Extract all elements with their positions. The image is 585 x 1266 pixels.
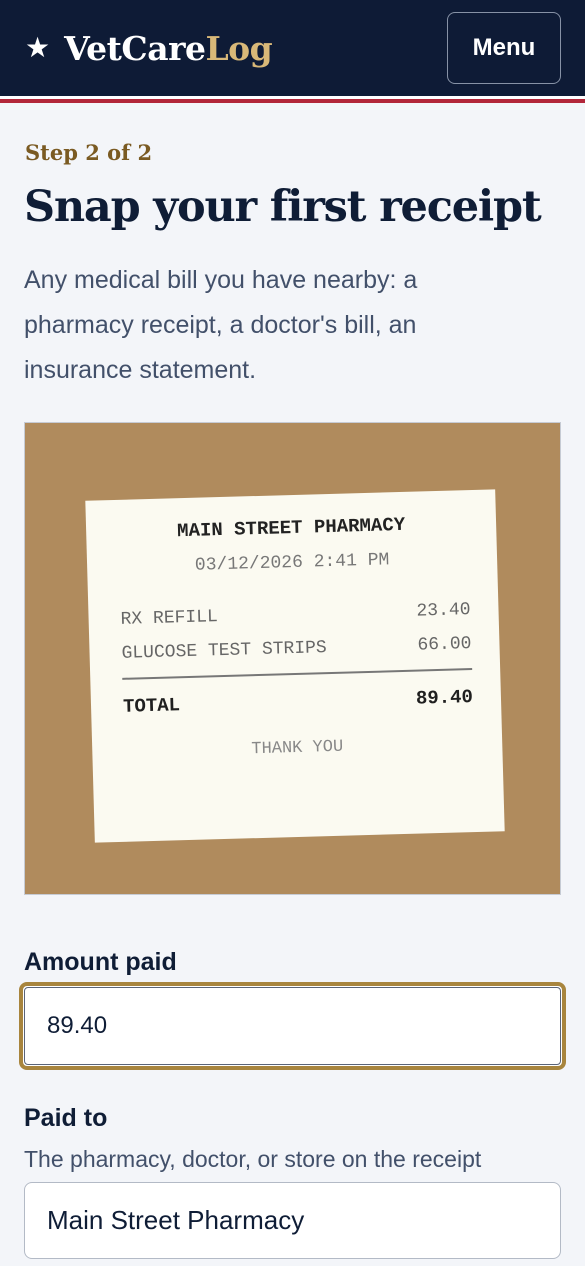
- brand-name-log: Log: [205, 28, 273, 68]
- receipt-line-item: RX REFILL 23.40: [120, 600, 470, 630]
- amount-paid-label: Amount paid: [24, 948, 177, 976]
- receipt-item-name: RX REFILL: [120, 607, 219, 630]
- paid-to-hint: The pharmacy, doctor, or store on the re…: [24, 1146, 482, 1172]
- app-header: ★ VetCareLog Menu: [0, 0, 585, 96]
- header-stripe: [0, 96, 585, 106]
- receipt-item-name: GLUCOSE TEST STRIPS: [121, 638, 328, 664]
- receipt-total-amount: 89.40: [415, 686, 474, 710]
- receipt-line-item: GLUCOSE TEST STRIPS 66.00: [121, 634, 471, 664]
- brand-logo[interactable]: ★ VetCareLog: [25, 26, 273, 70]
- receipt-datetime: 03/12/2026 2:41 PM: [194, 550, 390, 576]
- paid-to-input[interactable]: [24, 1182, 561, 1259]
- receipt-item-amount: 66.00: [417, 634, 472, 656]
- receipt-store: MAIN STREET PHARMACY: [176, 513, 406, 543]
- receipt-thanks: THANK YOU: [251, 737, 344, 760]
- receipt-image: MAIN STREET PHARMACY 03/12/2026 2:41 PM …: [85, 489, 505, 843]
- receipt-total-label: TOTAL: [122, 694, 181, 718]
- stripe-gap: [0, 103, 585, 106]
- paid-to-label: Paid to: [24, 1104, 108, 1132]
- brand-name-vetcare: VetCare: [64, 28, 206, 68]
- star-icon: ★: [25, 32, 51, 63]
- receipt-total: TOTAL 89.40: [123, 686, 473, 718]
- step-indicator: Step 2 of 2: [25, 140, 153, 165]
- page-title: Snap your first receipt: [24, 182, 542, 232]
- receipt-divider: [122, 668, 473, 680]
- brand-name: VetCareLog: [64, 28, 273, 68]
- receipt-item-amount: 23.40: [416, 600, 471, 622]
- page-subtitle: Any medical bill you have nearby: a phar…: [24, 266, 418, 384]
- menu-button[interactable]: Menu: [447, 12, 561, 84]
- amount-paid-input[interactable]: [24, 987, 561, 1065]
